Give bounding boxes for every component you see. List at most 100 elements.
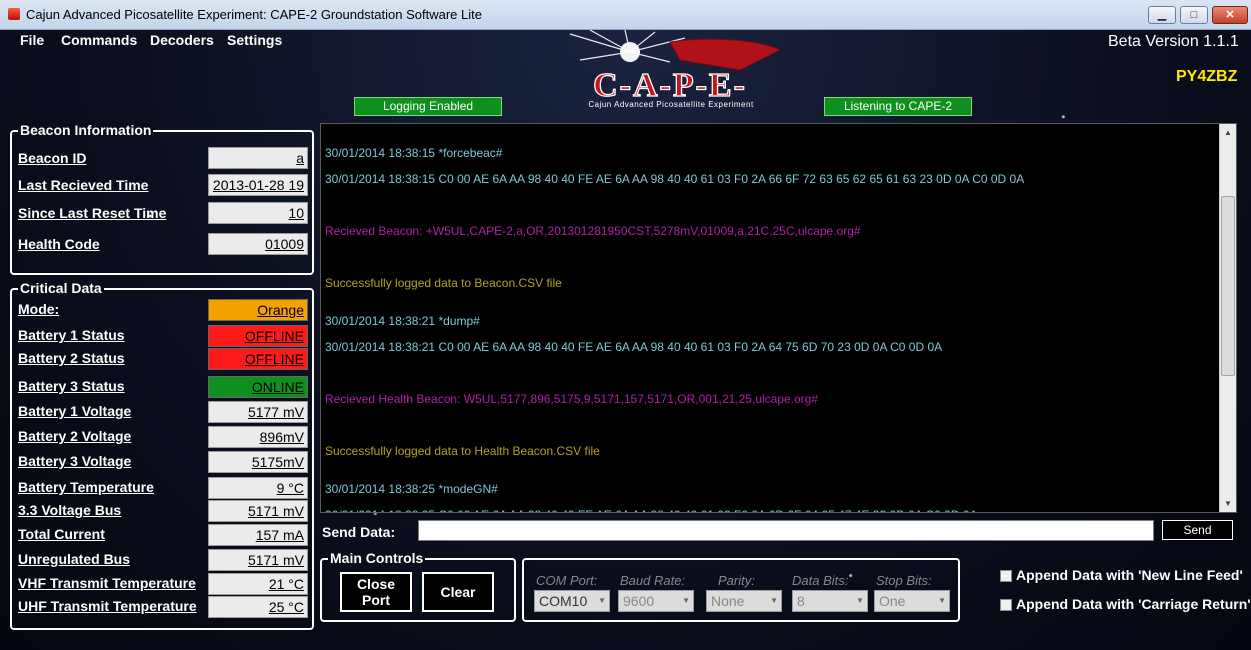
close-button[interactable]: ✕ bbox=[1212, 6, 1248, 24]
title-bar: Cajun Advanced Picosatellite Experiment:… bbox=[0, 0, 1251, 30]
critical-field-label: 3.3 Voltage Bus bbox=[18, 502, 122, 518]
critical-field-value-text: 896mV bbox=[259, 429, 304, 445]
scroll-up-icon[interactable]: ▲ bbox=[1220, 124, 1236, 141]
callsign-label: PY4ZBZ bbox=[1176, 68, 1238, 85]
critical-field-label: UHF Transmit Temperature bbox=[18, 598, 197, 614]
beacon-field-value-text: 01009 bbox=[265, 236, 304, 252]
beacon-field-label: Since Last Reset Time bbox=[18, 205, 167, 221]
menu-decoders[interactable]: Decoders bbox=[150, 32, 214, 48]
log-line: 30/01/2014 18:38:15 *forcebeac# bbox=[325, 146, 503, 160]
main-controls-title: Main Controls bbox=[328, 550, 426, 566]
chevron-down-icon: ▼ bbox=[770, 596, 778, 605]
baud-rate-value: 9600 bbox=[623, 593, 655, 609]
beacon-field-value: 10 bbox=[208, 202, 308, 224]
logo-subtitle: Cajun Advanced Picosatellite Experiment bbox=[588, 100, 754, 109]
com-port-select[interactable]: COM10 ▼ bbox=[534, 590, 610, 612]
parity-select[interactable]: None ▼ bbox=[706, 590, 782, 612]
listening-status: Listening to CAPE-2 bbox=[824, 97, 972, 116]
critical-field-value: 9 °C bbox=[208, 477, 308, 499]
log-scrollbar[interactable]: ▲ ▼ bbox=[1219, 124, 1236, 512]
send-data-label: Send Data: bbox=[322, 524, 396, 540]
critical-field-value: 896mV bbox=[208, 426, 308, 448]
critical-field-value-text: 157 mA bbox=[255, 527, 304, 543]
critical-field-value-text: OFFLINE bbox=[244, 351, 304, 367]
menu-commands[interactable]: Commands bbox=[61, 32, 137, 48]
beacon-field-value-text: a bbox=[296, 150, 304, 166]
critical-field-label: Battery 1 Status bbox=[18, 327, 125, 343]
app-body: File Commands Decoders Settings Beta Ver… bbox=[0, 30, 1251, 650]
stop-bits-select[interactable]: One ▼ bbox=[874, 590, 950, 612]
append-newline-label: Append Data with 'New Line Feed' bbox=[1016, 567, 1243, 583]
clear-button[interactable]: Clear bbox=[422, 572, 494, 612]
version-label: Beta Version 1.1.1 bbox=[1108, 33, 1239, 50]
scroll-down-icon[interactable]: ▼ bbox=[1220, 495, 1236, 512]
critical-field-label: Battery 2 Status bbox=[18, 350, 125, 366]
critical-field-value-text: Orange bbox=[257, 302, 304, 318]
critical-field-value-text: ONLINE bbox=[251, 379, 304, 395]
critical-field-label: Unregulated Bus bbox=[18, 551, 131, 567]
critical-field-value-text: 9 °C bbox=[276, 480, 304, 496]
maximize-button[interactable]: □ bbox=[1180, 6, 1208, 24]
critical-field-value: 5171 mV bbox=[208, 549, 308, 571]
log-line: 30/01/2014 18:38:21 C0 00 AE 6A AA 98 40… bbox=[325, 340, 943, 354]
chevron-down-icon: ▼ bbox=[598, 596, 606, 605]
beacon-info-title: Beacon Information bbox=[18, 122, 154, 138]
baud-rate-label: Baud Rate: bbox=[620, 573, 686, 588]
data-bits-label: Data Bits: bbox=[792, 573, 849, 588]
scroll-thumb[interactable] bbox=[1221, 196, 1235, 376]
critical-field-label: VHF Transmit Temperature bbox=[18, 575, 196, 591]
stop-bits-label: Stop Bits: bbox=[876, 573, 932, 588]
log-line: 30/01/2014 18:38:25 C0 00 AE 6A AA 98 40… bbox=[325, 508, 978, 512]
send-button[interactable]: Send bbox=[1162, 520, 1233, 540]
critical-field-value: ONLINE bbox=[208, 376, 308, 398]
menu-file[interactable]: File bbox=[20, 32, 44, 48]
append-newline-checkbox[interactable] bbox=[1000, 570, 1012, 582]
critical-field-value-text: 21 °C bbox=[268, 576, 304, 592]
critical-field-value-text: OFFLINE bbox=[244, 328, 304, 344]
critical-field-value-text: 5171 mV bbox=[247, 503, 304, 519]
critical-field-label: Battery 3 Status bbox=[18, 378, 125, 394]
critical-field-label: Battery 2 Voltage bbox=[18, 428, 132, 444]
critical-field-value: 25 °C bbox=[208, 596, 308, 618]
critical-field-value: OFFLINE bbox=[208, 325, 308, 347]
cape-logo: C-A-P-E- Cajun Advanced Picosatellite Ex… bbox=[520, 30, 820, 116]
stop-bits-value: One bbox=[879, 593, 906, 609]
critical-data-group: Critical Data Mode: Orange Battery 1 Statu… bbox=[10, 281, 314, 630]
critical-field-value: 5175mV bbox=[208, 451, 308, 473]
parity-label: Parity: bbox=[718, 573, 755, 588]
data-bits-select[interactable]: 8 ▼ bbox=[792, 590, 868, 612]
append-carriage-checkbox[interactable] bbox=[1000, 599, 1012, 611]
menu-settings[interactable]: Settings bbox=[227, 32, 282, 48]
beacon-field-value: a bbox=[208, 147, 308, 169]
append-carriage-label: Append Data with 'Carriage Return' bbox=[1016, 596, 1251, 612]
window-title: Cajun Advanced Picosatellite Experiment:… bbox=[26, 7, 482, 22]
critical-field-label: Mode: bbox=[18, 301, 60, 317]
critical-field-value: Orange bbox=[208, 299, 308, 321]
critical-field-label: Total Current bbox=[18, 526, 105, 542]
data-bits-value: 8 bbox=[797, 593, 805, 609]
critical-field-value-text: 25 °C bbox=[268, 599, 304, 615]
com-port-label: COM Port: bbox=[536, 573, 598, 588]
log-line: 30/01/2014 18:38:21 *dump# bbox=[325, 314, 480, 328]
svg-text:C-A-P-E-: C-A-P-E- bbox=[593, 67, 747, 104]
send-data-input[interactable] bbox=[418, 520, 1154, 541]
log-console[interactable]: 30/01/2014 18:38:15 *forcebeac# 30/01/201… bbox=[320, 123, 1237, 513]
beacon-field-value-text: 2013-01-28 19 bbox=[212, 177, 304, 193]
minimize-button[interactable]: ▁ bbox=[1148, 6, 1176, 24]
chevron-down-icon: ▼ bbox=[856, 596, 864, 605]
critical-field-value: 5171 mV bbox=[208, 500, 308, 522]
critical-field-value: 5177 mV bbox=[208, 401, 308, 423]
critical-data-title: Critical Data bbox=[18, 280, 104, 296]
beacon-field-value: 01009 bbox=[208, 233, 308, 255]
critical-field-label: Battery 1 Voltage bbox=[18, 403, 132, 419]
beacon-field-label: Beacon ID bbox=[18, 150, 87, 166]
beacon-field-label: Last Recieved Time bbox=[18, 177, 149, 193]
beacon-field-value-text: 10 bbox=[288, 205, 304, 221]
parity-value: None bbox=[711, 593, 745, 609]
critical-field-label: Battery Temperature bbox=[18, 479, 154, 495]
baud-rate-select[interactable]: 9600 ▼ bbox=[618, 590, 694, 612]
close-port-button[interactable]: Close Port bbox=[340, 572, 412, 612]
chevron-down-icon: ▼ bbox=[938, 596, 946, 605]
app-icon bbox=[8, 8, 20, 20]
critical-field-value-text: 5171 mV bbox=[247, 552, 304, 568]
